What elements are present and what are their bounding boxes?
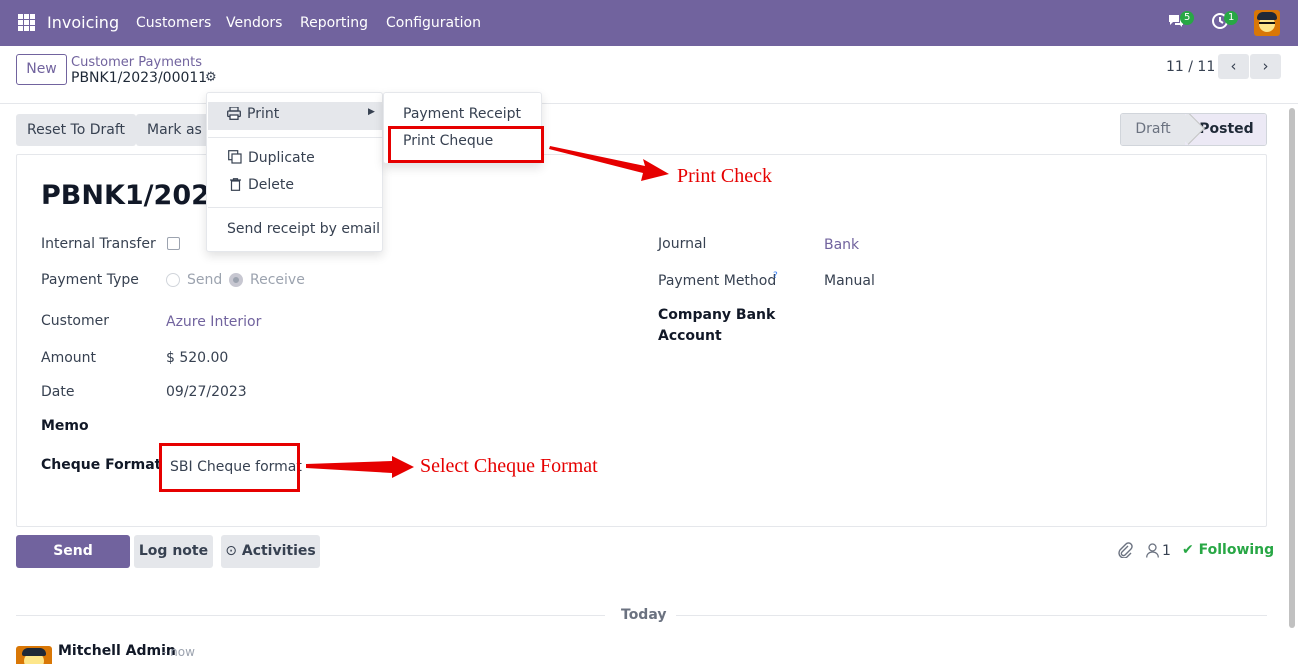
arrow-to-select-cheque-format bbox=[306, 456, 414, 478]
author-avatar[interactable] bbox=[16, 646, 52, 664]
message-author[interactable]: Mitchell Admin bbox=[58, 643, 176, 659]
select-cheque-format-annotation: Select Cheque Format bbox=[420, 455, 598, 477]
send-message-button[interactable]: Send message bbox=[16, 535, 130, 592]
arrow-to-print-check bbox=[549, 146, 669, 181]
date-divider-label: Today bbox=[621, 607, 667, 623]
paperclip-icon[interactable] bbox=[1117, 542, 1133, 562]
following-button[interactable]: ✔ Following bbox=[1182, 542, 1274, 558]
print-check-annotation: Print Check bbox=[677, 165, 772, 187]
vertical-scrollbar[interactable] bbox=[1286, 104, 1298, 664]
followers-count[interactable]: 1 bbox=[1162, 543, 1171, 559]
date-divider-line bbox=[16, 615, 605, 616]
activities-button[interactable]: ⊙ Activities bbox=[221, 535, 320, 568]
following-label: Following bbox=[1198, 542, 1275, 558]
message-time: - now bbox=[162, 645, 195, 659]
scrollbar-thumb[interactable] bbox=[1289, 108, 1295, 628]
clock-icon: ⊙ bbox=[225, 543, 237, 559]
activities-label: Activities bbox=[241, 543, 316, 559]
check-icon: ✔ bbox=[1182, 542, 1194, 558]
followers-icon[interactable] bbox=[1146, 543, 1159, 562]
date-divider-line bbox=[676, 615, 1267, 616]
log-note-button[interactable]: Log note bbox=[134, 535, 213, 568]
